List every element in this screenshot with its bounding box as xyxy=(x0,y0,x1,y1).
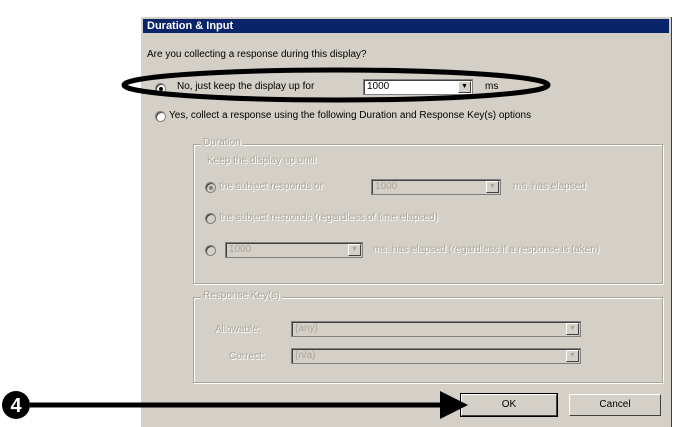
correct-label: Correct: xyxy=(229,351,265,362)
opt1-suffix: ms. has elapsed xyxy=(513,181,586,192)
dialog-title: Duration & Input xyxy=(143,19,669,33)
question-label: Are you collecting a response during thi… xyxy=(147,49,367,60)
response-timeout-combo[interactable]: 1000 ▼ xyxy=(371,179,501,195)
duration-group-title: Duration xyxy=(201,137,243,148)
fixed-time-value: 1000 xyxy=(229,244,252,255)
opt3-suffix: ms. has elapsed (regardless if a respons… xyxy=(373,244,600,255)
chevron-down-icon[interactable]: ▼ xyxy=(486,181,499,193)
callout-number-badge xyxy=(2,391,30,419)
duration-unit: ms xyxy=(485,81,499,92)
duration-input-dialog: Duration & Input Are you collecting a re… xyxy=(140,16,671,427)
fixed-time-combo[interactable]: 1000 ▼ xyxy=(225,242,363,258)
keep-display-label: Keep the display up until xyxy=(207,155,316,166)
chevron-down-icon[interactable]: ▼ xyxy=(566,323,579,335)
option-yes-label: Yes, collect a response using the follow… xyxy=(169,110,532,121)
cancel-button[interactable]: Cancel xyxy=(569,394,661,416)
opt1-label: the subject responds or xyxy=(219,181,323,192)
radio-fixed-time[interactable] xyxy=(205,245,216,256)
radio-subject-responds-or-time[interactable] xyxy=(205,182,216,193)
option-no-label: No, just keep the display up for xyxy=(177,81,315,92)
callout-number: 4 xyxy=(10,395,22,417)
radio-collect-response[interactable] xyxy=(155,111,166,122)
correct-keys-combo[interactable]: {n/a} ▼ xyxy=(291,348,581,364)
chevron-down-icon[interactable]: ▼ xyxy=(348,244,361,256)
response-keys-group xyxy=(193,297,663,383)
response-keys-group-title: Response Key(s) xyxy=(201,290,282,301)
display-duration-value: 1000 xyxy=(367,81,390,92)
ok-button[interactable]: OK xyxy=(460,393,558,417)
radio-subject-responds[interactable] xyxy=(205,213,216,224)
response-timeout-value: 1000 xyxy=(375,181,398,192)
opt2-label: the subject responds (regardless of time… xyxy=(219,212,439,223)
radio-no-response[interactable] xyxy=(155,83,166,94)
correct-keys-value: {n/a} xyxy=(295,350,316,361)
allowable-keys-combo[interactable]: {any} ▼ xyxy=(291,321,581,337)
chevron-down-icon[interactable]: ▼ xyxy=(458,81,471,93)
allowable-keys-value: {any} xyxy=(295,323,318,334)
allowable-label: Allowable: xyxy=(215,324,261,335)
display-duration-combo[interactable]: 1000 ▼ xyxy=(363,79,473,95)
chevron-down-icon[interactable]: ▼ xyxy=(566,350,579,362)
